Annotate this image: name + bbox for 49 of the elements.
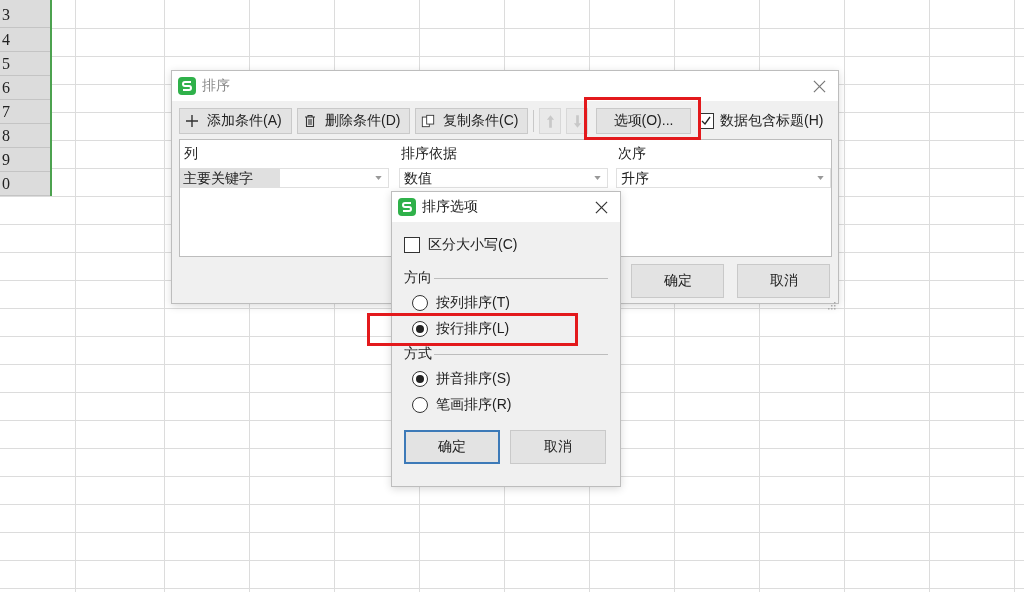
row-header[interactable]: 4 [0,28,50,52]
trash-icon [303,114,317,128]
add-condition-button[interactable]: 添加条件(A) [179,108,292,134]
group-title: 方式 [404,345,432,363]
row-header[interactable]: 9 [0,148,50,172]
column-header: 次序 [617,145,647,163]
radio-label: 按列排序(T) [436,294,510,312]
checkbox-label: 数据包含标题(H) [720,112,824,130]
app-logo-icon [178,77,196,95]
cancel-button[interactable]: 取消 [510,430,606,464]
app-logo-icon [398,198,416,216]
copy-condition-button[interactable]: 复制条件(C) [415,108,528,134]
plus-icon [185,114,199,128]
radio-button[interactable] [412,371,428,387]
ok-button[interactable]: 确定 [631,264,724,298]
caret-icon [817,176,824,180]
options-button[interactable]: 选项(O)... [596,108,691,134]
basis-dropdown[interactable]: 数值 [399,168,608,188]
order-dropdown[interactable]: 升序 [616,168,831,188]
caret-icon [594,176,601,180]
radio-label: 笔画排序(R) [436,396,512,414]
row-label: 主要关键字 [180,168,279,188]
row-header[interactable]: 3 [0,0,50,28]
resize-grip-icon[interactable] [826,300,836,310]
radio-button[interactable] [412,397,428,413]
checkbox-label: 区分大小写(C) [428,236,518,254]
row-header[interactable]: 7 [0,100,50,124]
row-header[interactable]: 5 [0,52,50,76]
radio-label: 按行排序(L) [436,320,510,338]
copy-icon [421,114,435,128]
row-header[interactable]: 6 [0,76,50,100]
arrow-down-icon [572,113,582,129]
radio-button[interactable] [412,321,428,337]
radio-button[interactable] [412,295,428,311]
radio-label: 拼音排序(S) [436,370,511,388]
dialog-title: 排序 [202,77,231,95]
close-icon[interactable] [595,200,608,214]
dialog-title: 排序选项 [422,198,479,216]
caret-icon [375,176,382,180]
cancel-button[interactable]: 取消 [737,264,830,298]
row-header[interactable]: 0 [0,172,50,196]
ok-button[interactable]: 确定 [404,430,500,464]
group-title: 方向 [404,269,432,287]
column-header: 列 [183,145,199,163]
checkbox[interactable] [404,237,420,253]
delete-condition-button[interactable]: 删除条件(D) [297,108,410,134]
arrow-up-icon [545,113,555,129]
column-header: 排序依据 [400,145,458,163]
row-header[interactable]: 8 [0,124,50,148]
